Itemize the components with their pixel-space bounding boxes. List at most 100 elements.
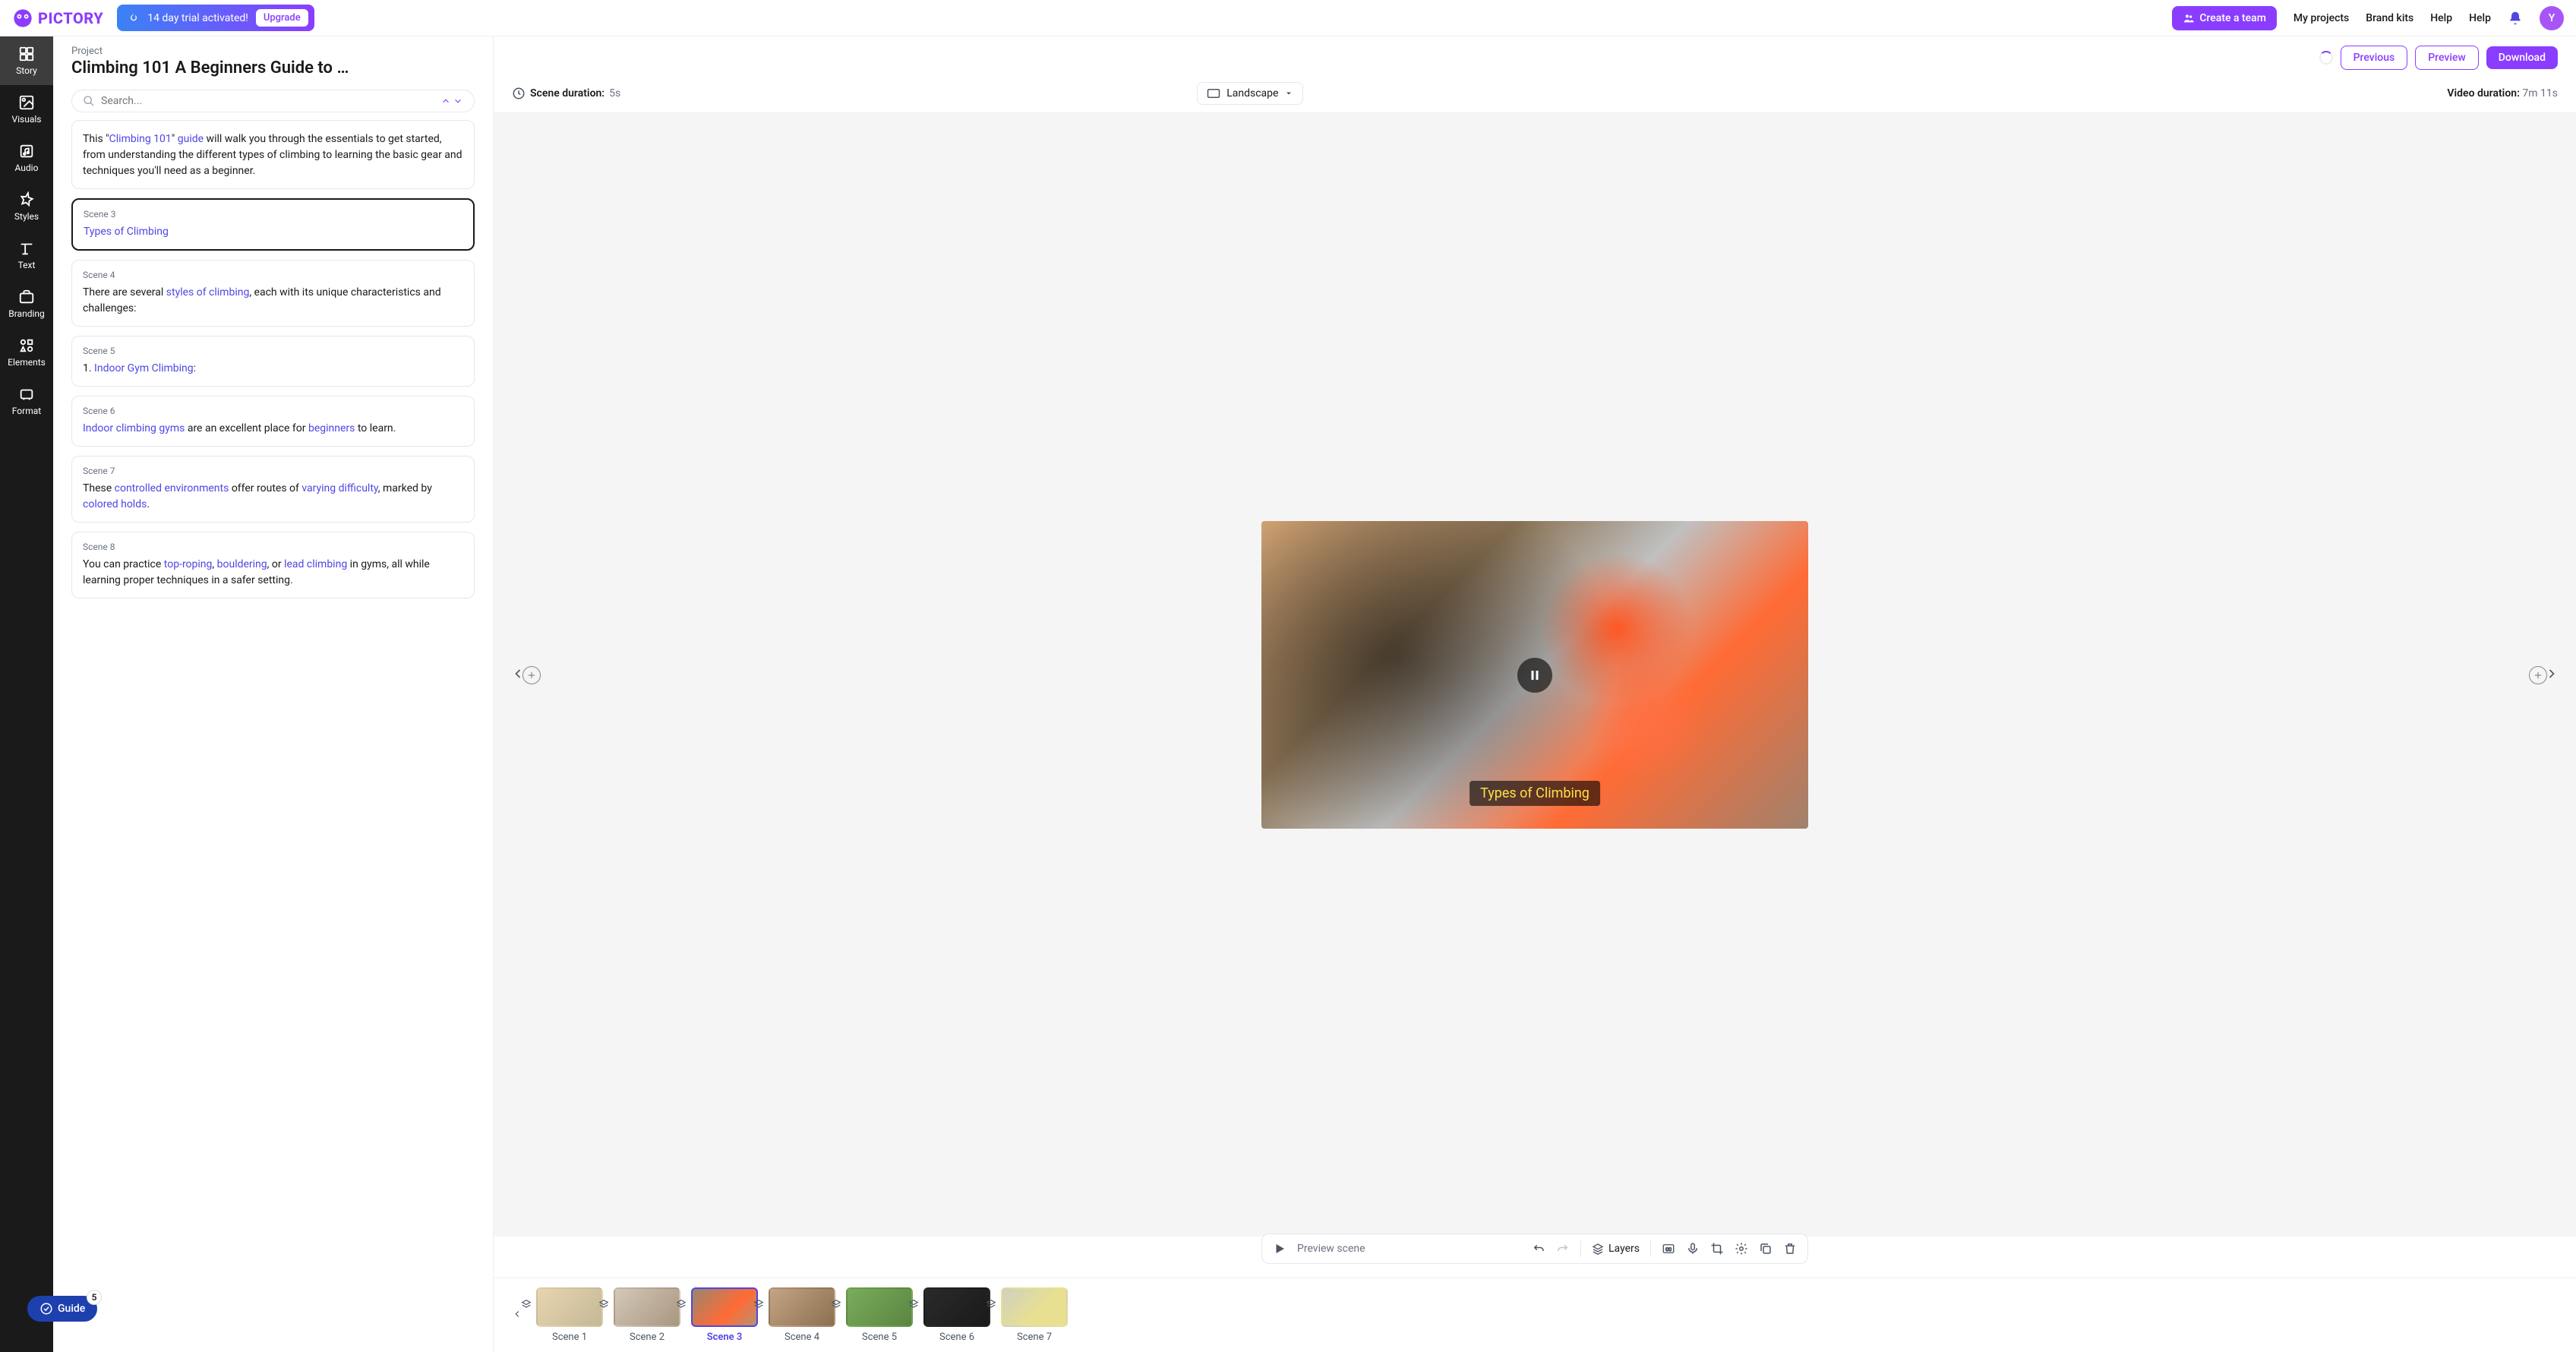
gear-icon[interactable] [1735, 1242, 1748, 1256]
redo-icon[interactable] [1556, 1242, 1570, 1256]
scene-duration-value: 5s [609, 87, 620, 100]
add-scene-before-button[interactable] [522, 666, 541, 684]
sidebar-item-visuals[interactable]: Visuals [0, 85, 53, 134]
play-pause-button[interactable] [1517, 658, 1552, 693]
svg-text:CC: CC [1665, 1247, 1672, 1252]
timeline-item[interactable]: Scene 5 [846, 1287, 913, 1343]
preview-frame[interactable]: Types of Climbing [1261, 521, 1808, 829]
scenes-list[interactable]: This "Climbing 101" guide will walk you … [53, 120, 493, 1352]
search-input[interactable] [101, 95, 434, 107]
scene-card[interactable]: Scene 4 There are several styles of climb… [71, 260, 475, 327]
chevron-down-icon [1284, 89, 1293, 98]
sidebar-item-branding[interactable]: Branding [0, 280, 53, 328]
preview-scene-label: Preview scene [1297, 1243, 1521, 1255]
guide-label: Guide [58, 1303, 85, 1315]
next-scene-arrow[interactable] [2538, 660, 2565, 690]
sidebar-item-story[interactable]: Story [0, 36, 53, 85]
scene-label: Scene 3 [84, 209, 462, 220]
avatar[interactable]: Y [2540, 6, 2564, 30]
timeline-layers-icon[interactable] [753, 1298, 764, 1313]
scene-text: 1. Indoor Gym Climbing: [83, 361, 463, 377]
timeline-label: Scene 5 [862, 1331, 897, 1343]
chevron-up-icon[interactable] [440, 96, 451, 106]
mic-icon[interactable] [1686, 1242, 1700, 1256]
scene-label: Scene 7 [83, 466, 463, 476]
scene-label: Scene 4 [83, 270, 463, 280]
scene-card[interactable]: Scene 6Indoor climbing gyms are an excel… [71, 396, 475, 447]
scene-card[interactable]: Scene 8You can practice top-roping, boul… [71, 532, 475, 599]
sidebar-item-styles[interactable]: Styles [0, 182, 53, 231]
preview-area: Types of Climbing [494, 113, 2576, 1237]
scene-card[interactable]: Scene 7These controlled environments off… [71, 456, 475, 523]
timeline-label: Scene 6 [939, 1331, 974, 1343]
guide-fab[interactable]: Guide 5 [27, 1296, 97, 1322]
nav-help-2[interactable]: Help [2469, 12, 2491, 24]
video-duration-label: Video duration: [2447, 87, 2519, 100]
trash-icon[interactable] [1783, 1242, 1797, 1256]
orientation-button[interactable]: Landscape [1197, 82, 1303, 105]
story-icon [18, 46, 35, 62]
orientation-label: Landscape [1226, 87, 1278, 100]
timeline-layers-icon[interactable] [831, 1298, 841, 1313]
story-panel: Project Climbing 101 A Beginners Guide t… [53, 36, 494, 1352]
sidebar-item-format[interactable]: Format [0, 377, 53, 425]
sidebar-item-elements[interactable]: Elements [0, 328, 53, 377]
cc-icon[interactable]: CC [1662, 1242, 1675, 1256]
search-box[interactable] [71, 90, 475, 112]
timeline-label: Scene 2 [630, 1331, 665, 1343]
timeline-thumbnail [923, 1287, 990, 1327]
timeline-layers-icon[interactable] [908, 1298, 919, 1313]
sidebar-item-audio[interactable]: Audio [0, 134, 53, 182]
scene-card[interactable]: This "Climbing 101" guide will walk you … [71, 120, 475, 189]
sidebar: Story Visuals Audio Styles Text Branding [0, 36, 53, 1352]
scene-card[interactable]: Scene 3Types of Climbing [71, 198, 475, 251]
project-title[interactable]: Climbing 101 A Beginners Guide to Gettin… [71, 58, 360, 77]
timeline-layers-icon[interactable] [986, 1298, 996, 1313]
plus-icon [526, 670, 537, 681]
timeline-layers-icon[interactable] [598, 1298, 609, 1313]
timeline-item[interactable]: Scene 2 [614, 1287, 680, 1343]
sidebar-item-text[interactable]: Text [0, 231, 53, 280]
layers-icon [753, 1299, 764, 1309]
timeline[interactable]: Scene 1 Scene 2 Scene 3Scene 4 Scene 5 Scene… [494, 1278, 2576, 1352]
sidebar-label: Elements [8, 357, 46, 368]
timeline-item[interactable]: Scene 1 [536, 1287, 603, 1343]
preview-panel: Previous Preview Download Scene duration… [494, 36, 2576, 1352]
copy-icon[interactable] [1759, 1242, 1773, 1256]
timeline-thumbnail [769, 1287, 835, 1327]
image-icon [18, 94, 35, 111]
nav-help-1[interactable]: Help [2430, 12, 2452, 24]
layers-button[interactable]: Layers [1592, 1243, 1640, 1255]
sidebar-label: Story [16, 65, 37, 76]
download-button[interactable]: Download [2486, 46, 2558, 69]
timeline-layers-icon[interactable] [676, 1298, 687, 1313]
scene-text: There are several styles of climbing, ea… [83, 285, 463, 317]
timeline-item[interactable]: Scene 4 [769, 1287, 835, 1343]
upgrade-button[interactable]: Upgrade [256, 9, 308, 27]
scene-text: You can practice top-roping, bouldering,… [83, 557, 463, 589]
create-team-button[interactable]: Create a team [2172, 6, 2277, 30]
nav-my-projects[interactable]: My projects [2293, 12, 2349, 24]
layers-icon [831, 1299, 841, 1309]
sidebar-label: Visuals [11, 114, 41, 125]
preview-button[interactable]: Preview [2415, 46, 2479, 70]
right-toolbar: Scene duration: 5s Landscape Video durat… [494, 74, 2576, 113]
search-icon [83, 95, 95, 107]
chevron-down-icon[interactable] [453, 96, 463, 106]
crop-icon[interactable] [1710, 1242, 1724, 1256]
timeline-thumbnail [691, 1287, 758, 1327]
nav-brand-kits[interactable]: Brand kits [2366, 12, 2413, 24]
timeline-item[interactable]: Scene 3 [691, 1287, 758, 1343]
guide-badge: 5 [87, 1290, 102, 1305]
scene-card[interactable]: Scene 51. Indoor Gym Climbing: [71, 336, 475, 387]
previous-button[interactable]: Previous [2341, 46, 2408, 70]
timeline-item[interactable]: Scene 7 [1001, 1287, 1068, 1343]
undo-icon[interactable] [1532, 1242, 1545, 1256]
project-label: Project [71, 46, 475, 57]
bell-icon[interactable] [2508, 11, 2523, 26]
trial-banner: 14 day trial activated! Upgrade [117, 5, 314, 31]
play-icon[interactable] [1273, 1242, 1286, 1256]
logo[interactable]: PICTORY [12, 8, 103, 29]
timeline-item[interactable]: Scene 6 [923, 1287, 990, 1343]
timeline-layers-icon[interactable] [521, 1298, 532, 1313]
